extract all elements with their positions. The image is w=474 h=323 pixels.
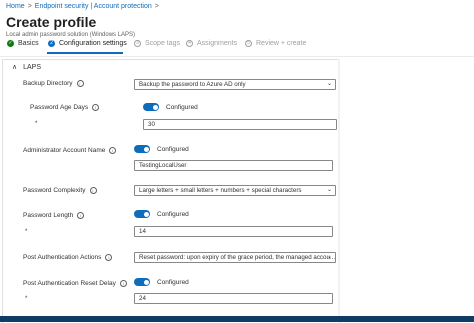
step-basics[interactable]: ✓ Basics (7, 40, 39, 47)
step-label: Review + create (256, 40, 307, 47)
password-age-days-toggle[interactable] (143, 103, 159, 111)
taskbar (0, 316, 474, 322)
info-icon[interactable]: i (119, 280, 127, 287)
page-subtitle: Local admin password solution (Windows L… (6, 32, 136, 38)
active-step-indicator (47, 52, 123, 54)
info-icon[interactable]: i (105, 254, 113, 261)
field-label: Post Authentication Reset Delay (23, 280, 116, 288)
chevron-down-icon: ⌄ (326, 81, 332, 87)
step-number-icon: 2 (48, 40, 55, 47)
password-complexity-label: Password Complexity i (23, 187, 97, 194)
breadcrumb-home-link[interactable]: Home (6, 3, 25, 10)
header-divider (0, 56, 474, 57)
step-label: Assignments (197, 40, 238, 47)
post-auth-reset-delay-toggle[interactable] (134, 278, 150, 286)
admin-account-name-label: Administrator Account Name i (23, 147, 117, 155)
scrollbar[interactable] (338, 59, 340, 316)
step-number-icon: 5 (245, 40, 252, 47)
password-length-toggle[interactable] (134, 210, 150, 218)
field-label: Post Authentication Actions (23, 254, 102, 262)
step-number-icon: 3 (134, 40, 141, 47)
step-label: Scope tags (145, 40, 181, 47)
select-value: Large letters + small letters + numbers … (139, 187, 302, 194)
password-length-input[interactable]: 14 (134, 226, 333, 237)
required-marker: * (35, 121, 38, 127)
section-header-laps[interactable]: ∧ LAPS (12, 63, 42, 72)
required-marker: * (25, 229, 28, 235)
chevron-down-icon: ⌄ (326, 187, 332, 193)
step-scope-tags[interactable]: 3 Scope tags (134, 40, 180, 47)
field-label: Password Length (23, 212, 74, 220)
toggle-status: Configured (166, 104, 198, 111)
info-icon[interactable]: i (109, 147, 117, 154)
breadcrumb-account-protection-link[interactable]: Endpoint security | Account protection (35, 3, 152, 10)
step-assignments[interactable]: 4 Assignments (186, 40, 237, 47)
breadcrumb: Home > Endpoint security | Account protect… (6, 3, 162, 10)
post-auth-reset-delay-input[interactable]: 24 (134, 293, 333, 304)
section-title: LAPS (23, 63, 42, 71)
select-value: Reset password: upon expiry of the grace… (139, 254, 336, 261)
password-complexity-select[interactable]: Large letters + small letters + numbers … (134, 185, 336, 196)
checkmark-icon: ✓ (7, 40, 14, 47)
breadcrumb-separator: > (27, 3, 32, 10)
info-icon[interactable]: i (89, 187, 97, 194)
backup-directory-select[interactable]: Backup the password to Azure AD only ⌄ (134, 79, 336, 90)
password-length-label: Password Length i (23, 212, 85, 220)
toggle-status: Configured (157, 279, 189, 286)
admin-account-name-input[interactable]: TestingLocalUser (134, 160, 333, 171)
chevron-up-icon: ∧ (12, 64, 18, 71)
info-icon[interactable]: i (77, 212, 85, 219)
step-number-icon: 4 (186, 40, 193, 47)
backup-directory-label: Backup Directory i (23, 80, 84, 87)
select-value: Backup the password to Azure AD only (139, 81, 246, 88)
post-auth-actions-label: Post Authentication Actions i (23, 254, 113, 262)
step-label: Configuration settings (59, 40, 127, 47)
post-auth-actions-select[interactable]: Reset password: upon expiry of the grace… (134, 252, 336, 263)
admin-account-name-toggle[interactable] (134, 145, 150, 153)
field-label: Password Complexity (23, 187, 86, 195)
field-label: Administrator Account Name (23, 147, 106, 155)
required-marker: * (25, 296, 28, 302)
post-auth-reset-delay-label: Post Authentication Reset Delay i (23, 280, 127, 287)
step-label: Basics (18, 40, 39, 47)
chevron-down-icon: ⌄ (326, 254, 332, 260)
field-label: Backup Directory (23, 80, 73, 88)
toggle-status: Configured (157, 211, 189, 218)
step-review-create[interactable]: 5 Review + create (245, 40, 306, 47)
info-icon[interactable]: i (76, 80, 84, 87)
breadcrumb-separator: > (154, 3, 159, 10)
step-configuration-settings[interactable]: 2 Configuration settings (48, 40, 127, 47)
info-icon[interactable]: i (92, 104, 100, 111)
page-title: Create profile (6, 14, 97, 30)
toggle-status: Configured (157, 146, 189, 153)
field-label: Password Age Days (30, 104, 89, 112)
password-age-days-label: Password Age Days i (30, 104, 100, 112)
password-age-days-input[interactable]: 30 (143, 119, 337, 130)
